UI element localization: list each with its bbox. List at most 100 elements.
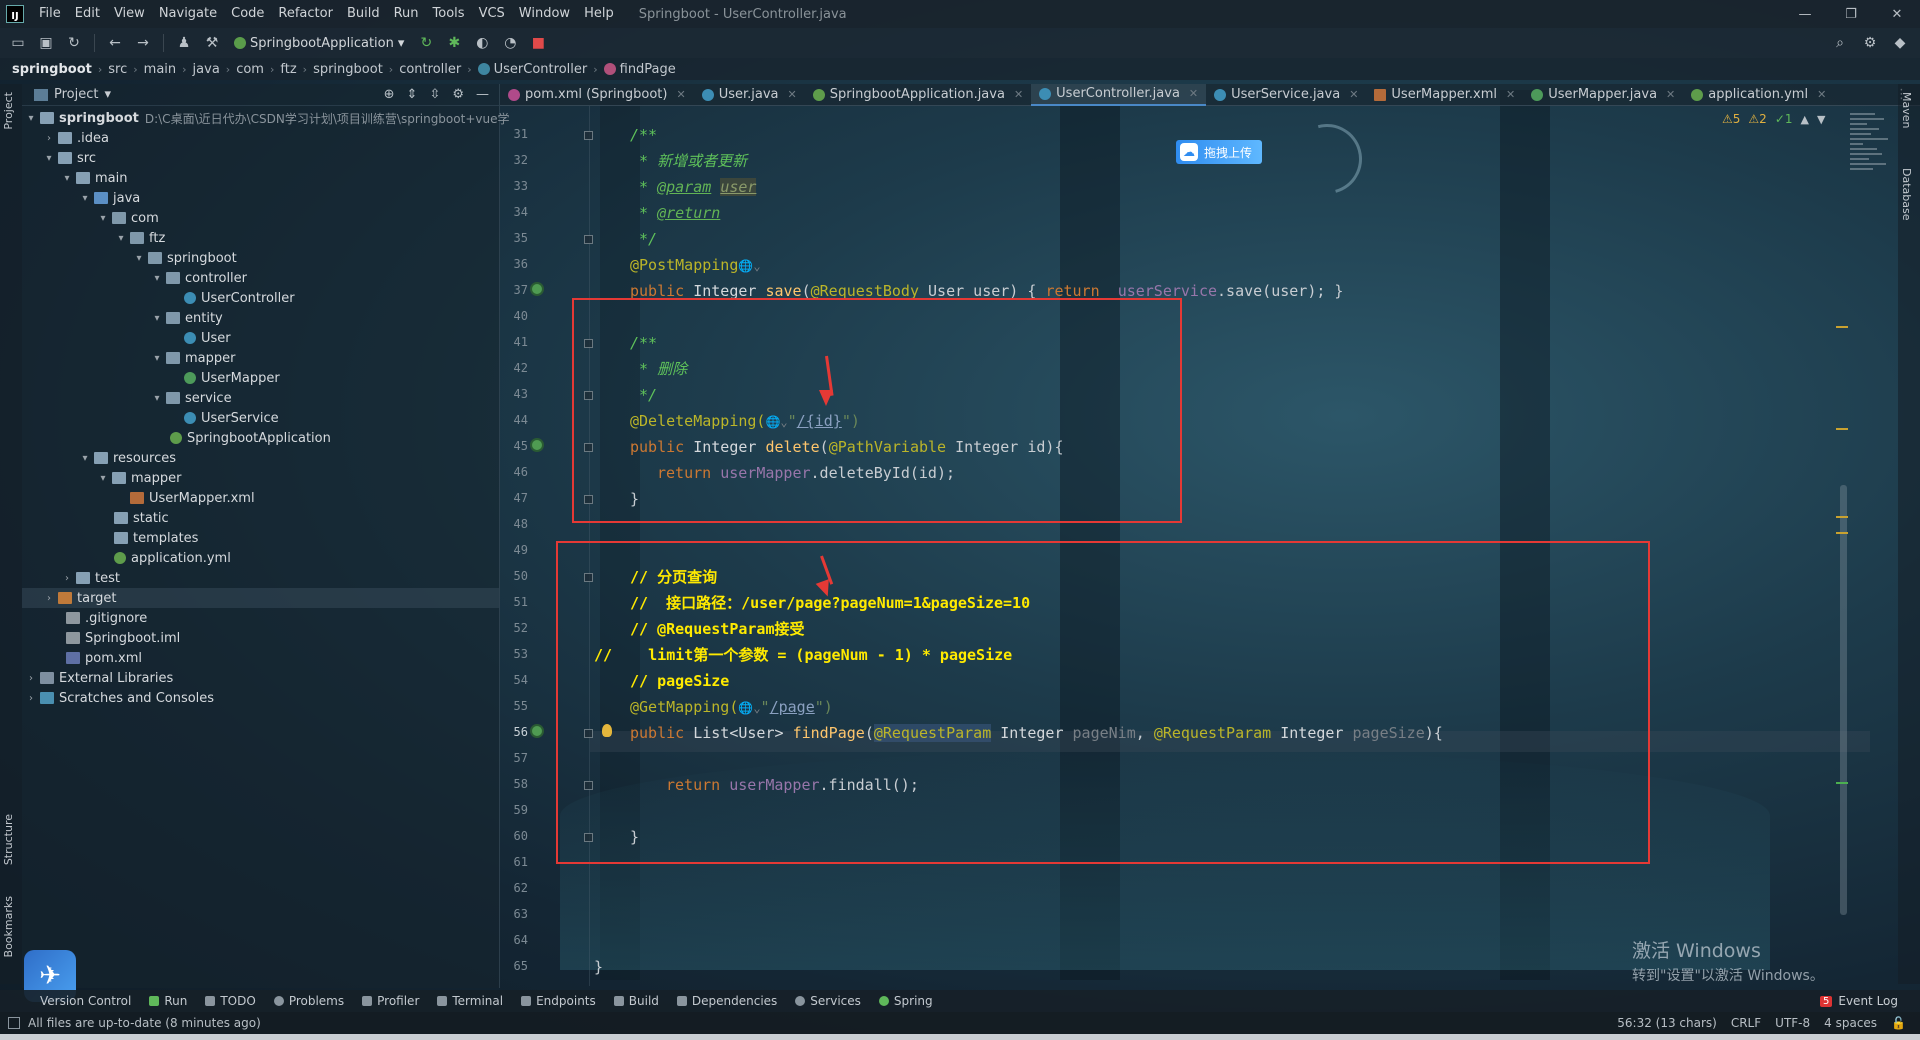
tree-node[interactable]: templates	[22, 528, 499, 548]
sync-icon[interactable]: ↻	[62, 32, 86, 54]
tree-node[interactable]: User	[22, 328, 499, 348]
profile-icon[interactable]: ◔	[498, 32, 522, 54]
user-icon[interactable]: ♟	[172, 32, 196, 54]
scroll-marker[interactable]	[1836, 428, 1848, 430]
run-gutter-icon[interactable]	[530, 282, 544, 296]
menu-vcs[interactable]: VCS	[472, 0, 512, 28]
tool-tab-project[interactable]: Project	[2, 92, 15, 130]
tree-node[interactable]: pom.xml	[22, 648, 499, 668]
gear-icon[interactable]: ⚙	[452, 87, 464, 102]
menu-window[interactable]: Window	[512, 0, 577, 28]
chevron-up-icon[interactable]: ▲	[1801, 113, 1809, 126]
tree-node[interactable]: › .idea	[22, 128, 499, 148]
chevron-down-icon[interactable]: ▾	[114, 233, 128, 244]
tool-endpoints[interactable]: Endpoints	[521, 994, 596, 1008]
menu-run[interactable]: Run	[387, 0, 426, 28]
chevron-down-icon[interactable]: ▾	[150, 273, 164, 284]
fold-marker-icon[interactable]	[584, 131, 593, 140]
close-icon[interactable]: ✕	[788, 88, 797, 101]
tab-pom-xml[interactable]: pom.xml (Springboot) ✕	[500, 84, 694, 106]
tab-user-service[interactable]: UserService.java ✕	[1206, 84, 1366, 106]
close-icon[interactable]: ✕	[1817, 88, 1826, 101]
file-encoding[interactable]: UTF-8	[1775, 1016, 1810, 1030]
tree-node[interactable]: ▾ main	[22, 168, 499, 188]
breadcrumb-item[interactable]: springboot	[12, 62, 92, 77]
breadcrumb-item[interactable]: java	[193, 62, 220, 77]
tool-tab-structure[interactable]: Structure	[2, 814, 15, 865]
chevron-down-icon[interactable]: ▾	[150, 353, 164, 364]
close-icon[interactable]: ✕	[1189, 87, 1198, 100]
lock-icon[interactable]: 🔓	[1891, 1016, 1906, 1030]
fold-marker-icon[interactable]	[584, 235, 593, 244]
line-separator[interactable]: CRLF	[1731, 1016, 1761, 1030]
tree-node[interactable]: ▾ springboot	[22, 248, 499, 268]
tree-node[interactable]: ▾ mapper	[22, 348, 499, 368]
tree-node[interactable]: ▾ mapper	[22, 468, 499, 488]
chevron-down-icon[interactable]: ▾	[60, 173, 74, 184]
tree-node[interactable]: ▾ com	[22, 208, 499, 228]
chevron-down-icon[interactable]: ▾	[42, 153, 56, 164]
tree-node[interactable]: ▾ controller	[22, 268, 499, 288]
debug-icon[interactable]: ✱	[442, 32, 466, 54]
scroll-marker[interactable]	[1836, 516, 1848, 518]
tree-node[interactable]: UserService	[22, 408, 499, 428]
breadcrumb-item[interactable]: springboot	[313, 62, 383, 77]
tool-services[interactable]: Services	[795, 994, 861, 1008]
tab-user-java[interactable]: User.java ✕	[694, 84, 805, 106]
tool-tab-database[interactable]: Database	[1900, 168, 1913, 221]
upload-button[interactable]: ☁ 拖拽上传	[1176, 140, 1263, 164]
menu-file[interactable]: File	[32, 0, 68, 28]
stop-icon[interactable]: ■	[526, 32, 550, 54]
tree-node[interactable]: application.yml	[22, 548, 499, 568]
scroll-marker[interactable]	[1836, 532, 1848, 534]
tab-user-controller[interactable]: UserController.java ✕	[1031, 83, 1207, 106]
minimize-icon[interactable]: —	[1782, 7, 1828, 22]
indent-setting[interactable]: 4 spaces	[1824, 1016, 1877, 1030]
tool-build[interactable]: Build	[613, 994, 659, 1008]
hide-icon[interactable]: —	[476, 87, 489, 102]
tool-todo[interactable]: TODO	[205, 994, 256, 1008]
tool-dependencies[interactable]: Dependencies	[676, 994, 777, 1008]
close-icon[interactable]: ✕	[1014, 88, 1023, 101]
forward-icon[interactable]: →	[131, 32, 155, 54]
tool-run[interactable]: Run	[149, 994, 187, 1008]
caret-position[interactable]: 56:32 (13 chars)	[1617, 1016, 1717, 1030]
tree-node[interactable]: › target	[22, 588, 499, 608]
toggle-tool-windows-icon[interactable]	[8, 1017, 20, 1029]
editor-scrollbar[interactable]	[1840, 485, 1847, 915]
close-icon[interactable]: ✕	[676, 88, 685, 101]
menu-help[interactable]: Help	[577, 0, 621, 28]
chevron-right-icon[interactable]: ›	[24, 673, 38, 684]
chevron-down-icon[interactable]: ▼	[1817, 113, 1825, 126]
chevron-down-icon[interactable]: ▾	[150, 313, 164, 324]
chevron-down-icon[interactable]: ▾	[150, 393, 164, 404]
back-icon[interactable]: ←	[103, 32, 127, 54]
tree-node[interactable]: ▾ resources	[22, 448, 499, 468]
close-icon[interactable]: ✕	[1874, 7, 1920, 22]
chevron-right-icon[interactable]: ›	[42, 133, 56, 144]
run-gutter-icon[interactable]	[530, 724, 544, 738]
tree-node[interactable]: ▾ src	[22, 148, 499, 168]
expand-all-icon[interactable]: ⇕	[407, 87, 418, 102]
tree-node[interactable]: UserController	[22, 288, 499, 308]
chevron-down-icon[interactable]: ▾	[24, 113, 38, 124]
close-icon[interactable]: ✕	[1666, 88, 1675, 101]
menu-refactor[interactable]: Refactor	[271, 0, 340, 28]
tab-application-yml[interactable]: application.yml ✕	[1683, 84, 1834, 106]
tab-user-mapper-java[interactable]: UserMapper.java ✕	[1523, 84, 1683, 106]
tool-profiler[interactable]: Profiler	[362, 994, 419, 1008]
rerun-icon[interactable]: ↻	[414, 32, 438, 54]
open-folder-icon[interactable]: ▭	[6, 32, 30, 54]
tool-version-control[interactable]: Version Control	[40, 994, 131, 1008]
plugin-icon[interactable]: ◆	[1888, 32, 1912, 54]
menu-edit[interactable]: Edit	[68, 0, 107, 28]
breadcrumb-item[interactable]: controller	[399, 62, 461, 77]
maximize-icon[interactable]: ❐	[1828, 7, 1874, 22]
close-icon[interactable]: ✕	[1349, 88, 1358, 101]
tool-terminal[interactable]: Terminal	[437, 994, 503, 1008]
chevron-right-icon[interactable]: ›	[42, 593, 56, 604]
tool-problems[interactable]: Problems	[273, 994, 344, 1008]
tree-node[interactable]: › External Libraries	[22, 668, 499, 688]
menu-view[interactable]: View	[107, 0, 152, 28]
tree-node[interactable]: UserMapper	[22, 368, 499, 388]
